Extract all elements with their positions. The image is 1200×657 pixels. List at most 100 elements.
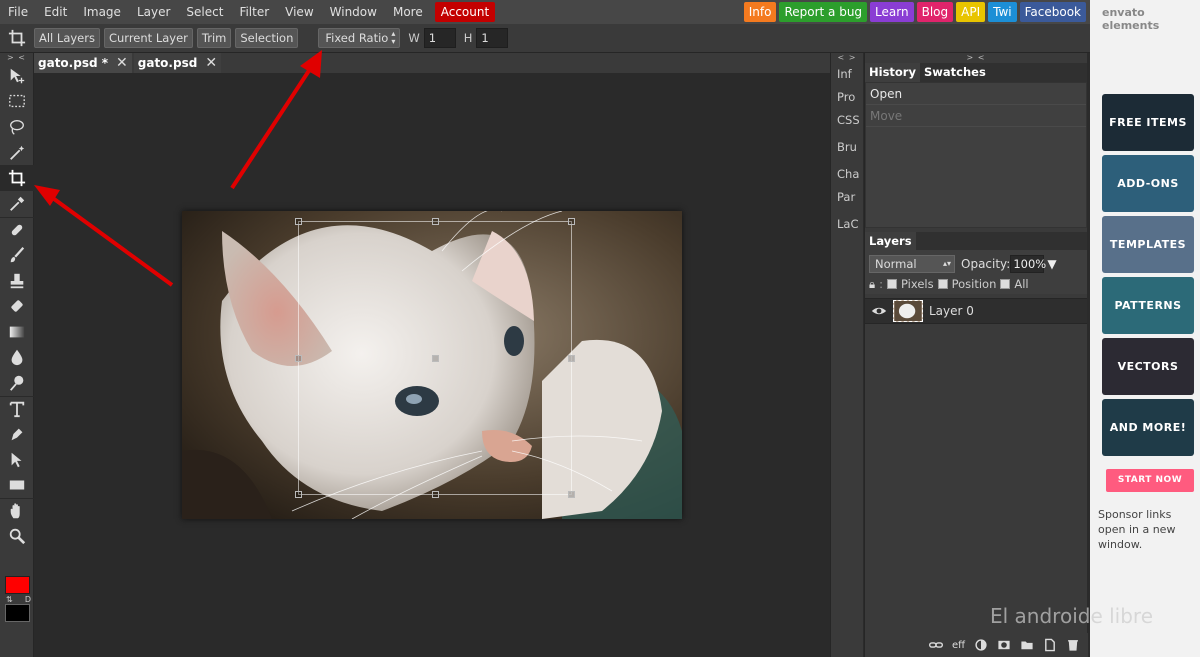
shape-tool[interactable]: [0, 473, 34, 499]
api-badge[interactable]: API: [956, 2, 986, 22]
blend-mode-select[interactable]: Normal ▴▾: [869, 255, 955, 273]
path-select-tool[interactable]: [0, 447, 34, 473]
lock-all-checkbox[interactable]: [1000, 279, 1011, 289]
ad-tile-and-more[interactable]: AND MORE!: [1102, 399, 1194, 456]
magic-wand-tool[interactable]: [0, 140, 34, 166]
crop-handle-n[interactable]: [432, 218, 439, 225]
twitter-badge[interactable]: Twi: [988, 2, 1017, 22]
ad-tile-templates[interactable]: TEMPLATES: [1102, 216, 1194, 273]
right-collapse[interactable]: > <: [865, 53, 1087, 63]
mini-character[interactable]: Cha: [831, 163, 863, 186]
adjustment-icon[interactable]: [974, 638, 988, 652]
gradient-tool[interactable]: [0, 319, 34, 345]
hand-tool[interactable]: [0, 498, 34, 524]
tools-collapse[interactable]: > <: [0, 53, 33, 63]
close-icon[interactable]: ✕: [205, 53, 217, 73]
eye-icon[interactable]: [871, 303, 887, 319]
canvas-workspace[interactable]: [34, 73, 830, 657]
account-button[interactable]: Account: [434, 2, 496, 22]
crop-handle-center[interactable]: [432, 355, 439, 362]
close-icon[interactable]: ✕: [116, 53, 128, 73]
facebook-badge[interactable]: Facebook: [1019, 2, 1086, 22]
crop-handle-e[interactable]: [568, 355, 575, 362]
trim-button[interactable]: Trim: [196, 28, 232, 48]
menu-more[interactable]: More: [385, 0, 431, 24]
mini-css[interactable]: CSS: [831, 109, 863, 132]
brush-tool[interactable]: [0, 242, 34, 268]
ad-tile-patterns[interactable]: PATTERNS: [1102, 277, 1194, 334]
swap-colors-icon[interactable]: ⇅: [6, 595, 13, 604]
crop-handle-nw[interactable]: [295, 218, 302, 225]
menu-view[interactable]: View: [277, 0, 321, 24]
menu-layer[interactable]: Layer: [129, 0, 178, 24]
link-icon[interactable]: [928, 638, 943, 652]
mini-brush[interactable]: Bru: [831, 136, 863, 159]
eraser-tool[interactable]: [0, 293, 34, 319]
text-tool[interactable]: [0, 395, 34, 422]
marquee-tool[interactable]: [0, 89, 34, 115]
menu-image[interactable]: Image: [75, 0, 129, 24]
mask-icon[interactable]: [997, 638, 1011, 652]
mini-info[interactable]: Inf: [831, 63, 863, 86]
learn-badge[interactable]: Learn: [870, 2, 914, 22]
current-layer-button[interactable]: Current Layer: [103, 28, 193, 48]
mini-properties[interactable]: Pro: [831, 86, 863, 109]
mini-paragraph[interactable]: Par: [831, 186, 863, 209]
blog-badge[interactable]: Blog: [916, 2, 954, 22]
opacity-input[interactable]: 100%: [1010, 255, 1046, 273]
crop-selection[interactable]: [295, 218, 575, 498]
menu-edit[interactable]: Edit: [36, 0, 75, 24]
tab-gato-modified[interactable]: gato.psd * ✕: [34, 53, 132, 73]
info-badge[interactable]: Info: [743, 2, 777, 22]
zoom-tool[interactable]: [0, 524, 34, 550]
tab-swatches[interactable]: Swatches: [920, 63, 990, 82]
layer-row[interactable]: Layer 0: [865, 298, 1087, 324]
menu-file[interactable]: File: [0, 0, 36, 24]
opacity-dropdown-icon[interactable]: ▼: [1047, 257, 1056, 271]
tab-layers[interactable]: Layers: [865, 232, 916, 251]
foreground-color[interactable]: [5, 576, 30, 594]
blur-tool[interactable]: [0, 345, 34, 371]
menu-window[interactable]: Window: [322, 0, 385, 24]
width-input[interactable]: 1: [423, 28, 456, 48]
crop-handle-sw[interactable]: [295, 491, 302, 498]
move-tool[interactable]: [0, 63, 34, 89]
crop-handle-ne[interactable]: [568, 218, 575, 225]
history-item[interactable]: Move: [866, 105, 1086, 127]
lock-position-checkbox[interactable]: [937, 279, 948, 289]
effects-icon[interactable]: eff: [952, 640, 965, 651]
dodge-tool[interactable]: [0, 370, 34, 396]
ad-tile-vectors[interactable]: VECTORS: [1102, 338, 1194, 395]
crop-tool[interactable]: [0, 165, 34, 191]
lasso-tool[interactable]: [0, 114, 34, 140]
eyedropper-tool[interactable]: [0, 191, 34, 217]
tab-history[interactable]: History: [865, 63, 920, 82]
default-colors-icon[interactable]: D: [25, 595, 31, 604]
selection-button[interactable]: Selection: [235, 28, 299, 48]
stamp-tool[interactable]: [0, 268, 34, 294]
background-color[interactable]: [5, 604, 30, 622]
tab-gato[interactable]: gato.psd ✕: [133, 53, 222, 73]
ad-tile-add-ons[interactable]: ADD-ONS: [1102, 155, 1194, 212]
folder-icon[interactable]: [1020, 638, 1034, 652]
mini-collapse[interactable]: < >: [831, 53, 863, 63]
mini-layer-comps[interactable]: LaC: [831, 213, 863, 236]
menu-filter[interactable]: Filter: [231, 0, 277, 24]
history-item[interactable]: Open: [866, 83, 1086, 105]
report-bug-badge[interactable]: Report a bug: [779, 2, 868, 22]
envato-logo[interactable]: envato elements: [1102, 6, 1200, 32]
new-layer-icon[interactable]: [1043, 638, 1057, 652]
crop-handle-w[interactable]: [295, 355, 302, 362]
start-now-button[interactable]: START NOW: [1106, 469, 1194, 492]
heal-tool[interactable]: [0, 216, 34, 243]
trash-icon[interactable]: [1066, 638, 1080, 652]
ratio-select[interactable]: Fixed Ratio ▴ ▾: [318, 28, 401, 48]
menu-select[interactable]: Select: [178, 0, 231, 24]
height-input[interactable]: 1: [476, 28, 509, 48]
pen-tool[interactable]: [0, 421, 34, 447]
ad-tile-free-items[interactable]: FREE ITEMS: [1102, 94, 1194, 151]
crop-handle-se[interactable]: [568, 491, 575, 498]
crop-handle-s[interactable]: [432, 491, 439, 498]
lock-pixels-checkbox[interactable]: [887, 279, 897, 289]
all-layers-button[interactable]: All Layers: [34, 28, 100, 48]
